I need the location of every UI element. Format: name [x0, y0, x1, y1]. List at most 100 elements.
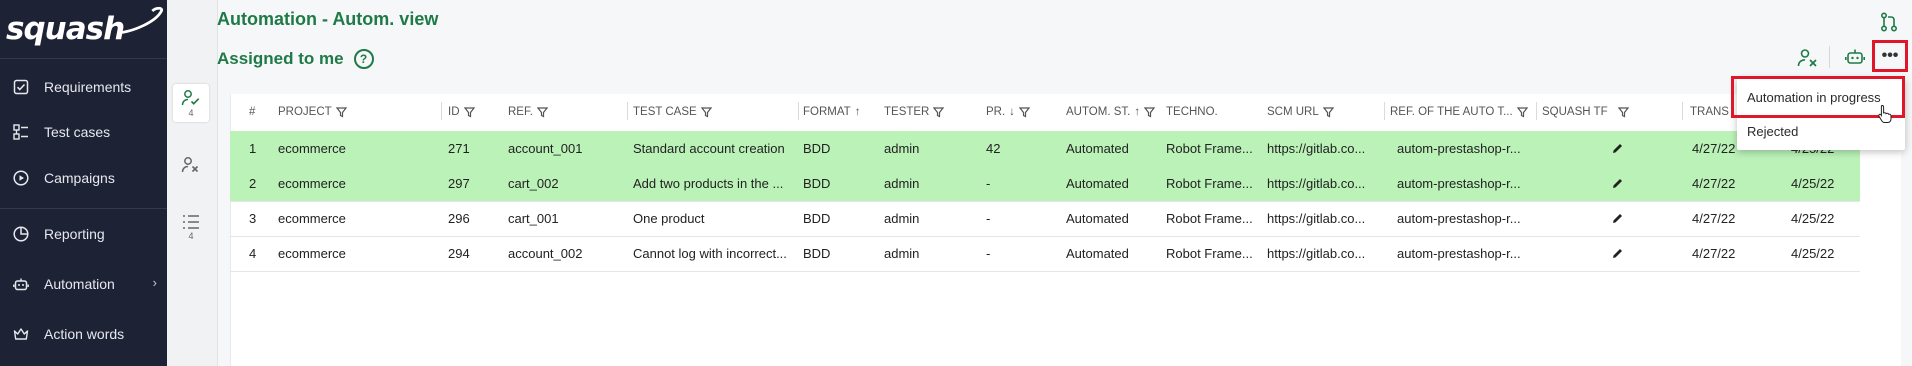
- sidebar-item-test-cases[interactable]: Test cases: [0, 114, 167, 150]
- assigned-to-me-view-button[interactable]: 4: [173, 84, 209, 122]
- cell-test-case: Standard account creation: [633, 141, 785, 156]
- filter-icon[interactable]: [463, 106, 475, 118]
- cell-project: ecommerce: [278, 176, 346, 191]
- cell-ref: cart_001: [508, 211, 559, 226]
- column-header-format[interactable]: FORMAT ↑: [803, 94, 860, 130]
- filter-icon[interactable]: [1018, 106, 1030, 118]
- cell-priority: -: [986, 176, 991, 191]
- cell-autom-status: Automated: [1066, 176, 1129, 191]
- cell-date: 4/25/22: [1791, 246, 1835, 261]
- cell-test-case: Add two products in the ...: [633, 176, 784, 191]
- column-header-project[interactable]: PROJECT: [278, 94, 347, 130]
- cell-id: 271: [448, 141, 470, 156]
- page-title: Automation - Autom. view: [217, 9, 439, 29]
- cell-tester: admin: [884, 141, 920, 156]
- pencil-icon[interactable]: [1611, 142, 1624, 155]
- help-icon[interactable]: ?: [353, 49, 374, 69]
- all-items-view-button[interactable]: 4: [173, 208, 209, 246]
- column-header-techno[interactable]: TECHNO.: [1166, 94, 1218, 130]
- cell-techno: Robot Frame...: [1166, 246, 1253, 261]
- pencil-icon[interactable]: [1611, 177, 1624, 190]
- cell-id: 297: [448, 176, 470, 191]
- column-separator[interactable]: [627, 102, 628, 120]
- column-header-id[interactable]: ID: [448, 94, 475, 130]
- filter-icon[interactable]: [933, 106, 945, 118]
- workflow-icon[interactable]: [1880, 12, 1898, 32]
- cell-tester: admin: [884, 176, 920, 191]
- cell-auto-ref: autom-prestashop-r...: [1397, 141, 1521, 156]
- cell-scm-url: https://gitlab.co...: [1267, 246, 1366, 261]
- filter-icon[interactable]: [1322, 106, 1334, 118]
- sidebar-item-requirements[interactable]: Requirements: [0, 69, 167, 105]
- chevron-right-icon: ›: [152, 275, 157, 290]
- filter-icon[interactable]: [1617, 106, 1629, 118]
- column-header-tester[interactable]: TESTER: [884, 94, 945, 130]
- sidebar-item-label: Automation: [44, 276, 115, 292]
- sort-descending-icon: ↓: [1009, 106, 1015, 118]
- cell-format: BDD: [803, 141, 831, 156]
- list-icon: [183, 214, 199, 229]
- cell-techno: Robot Frame...: [1166, 141, 1253, 156]
- more-options-highlight: [1872, 40, 1908, 72]
- filter-icon[interactable]: [335, 106, 347, 118]
- cell-auto-ref: autom-prestashop-r...: [1397, 176, 1521, 191]
- cell-format: BDD: [803, 176, 831, 191]
- assigned-count: 4: [188, 107, 194, 118]
- checkbox-icon: [12, 78, 30, 96]
- cell-test-case: One product: [633, 211, 705, 226]
- page-subtitle: Assigned to me ?: [217, 49, 374, 69]
- logo[interactable]: squash: [0, 0, 167, 59]
- column-separator[interactable]: [441, 102, 442, 120]
- menu-item-rejected[interactable]: Rejected: [1747, 124, 1798, 139]
- column-separator[interactable]: [1682, 102, 1683, 120]
- column-separator[interactable]: [1536, 102, 1537, 120]
- logo-text: squash: [6, 11, 125, 47]
- cell-priority: -: [986, 246, 991, 261]
- test-cases-icon: [12, 123, 30, 141]
- unassigned-view-button[interactable]: [173, 146, 209, 184]
- filter-icon[interactable]: [536, 106, 548, 118]
- filter-icon[interactable]: [1144, 106, 1156, 118]
- toolbar-divider: [1829, 46, 1830, 68]
- table-row[interactable]: 3 ecommerce 296 cart_001 One product BDD admin…: [230, 201, 1860, 237]
- unassign-user-icon[interactable]: [1797, 48, 1819, 68]
- table-row[interactable]: 2 ecommerce 297 cart_002 Add two products in…: [230, 166, 1860, 202]
- filter-icon[interactable]: [700, 106, 712, 118]
- table-row[interactable]: 4 ecommerce 294 account_002 Cannot log with …: [230, 236, 1860, 272]
- column-header-scm-url[interactable]: SCM URL: [1267, 94, 1334, 130]
- cell-transmission: 4/27/22: [1692, 141, 1736, 156]
- cell-id: 296: [448, 211, 470, 226]
- cell-id: 294: [448, 246, 470, 261]
- table-row[interactable]: 1 ecommerce 271 account_001 Standard account…: [230, 131, 1860, 167]
- user-check-icon: [181, 89, 200, 105]
- sidebar-item-reporting[interactable]: Reporting: [0, 216, 167, 252]
- cell-scm-url: https://gitlab.co...: [1267, 176, 1366, 191]
- column-separator[interactable]: [1384, 102, 1385, 120]
- sidebar-item-automation[interactable]: Automation ›: [0, 266, 167, 302]
- pencil-icon[interactable]: [1611, 212, 1624, 225]
- pointer-cursor-icon: [1878, 104, 1892, 123]
- column-header-number: #: [249, 106, 256, 118]
- cell-number: 3: [249, 211, 257, 226]
- column-header-auto-ref[interactable]: REF. OF THE AUTO T...: [1390, 94, 1528, 130]
- column-header-autom-status[interactable]: AUTOM. ST. ↑: [1066, 94, 1156, 130]
- column-header-test-case[interactable]: TEST CASE: [633, 94, 712, 130]
- cell-priority: -: [986, 211, 991, 226]
- column-header-priority[interactable]: PR. ↓: [986, 94, 1030, 130]
- column-header-squash-tf[interactable]: SQUASH TF: [1542, 94, 1629, 130]
- pencil-icon[interactable]: [1611, 247, 1624, 260]
- cell-tester: admin: [884, 211, 920, 226]
- sidebar-item-campaigns[interactable]: Campaigns: [0, 160, 167, 196]
- cell-format: BDD: [803, 211, 831, 226]
- sidebar-item-action-words[interactable]: Action words: [0, 316, 167, 352]
- sidebar-item-label: Action words: [44, 326, 125, 342]
- column-header-ref[interactable]: REF.: [508, 94, 548, 130]
- column-separator[interactable]: [798, 102, 799, 120]
- cell-number: 4: [249, 246, 257, 261]
- cell-format: BDD: [803, 246, 831, 261]
- pie-chart-icon: [12, 225, 30, 243]
- filter-icon[interactable]: [1516, 106, 1528, 118]
- sort-ascending-icon: ↑: [1134, 106, 1141, 118]
- robot-action-icon[interactable]: [1845, 47, 1865, 67]
- column-header-transmission[interactable]: TRANS: [1690, 94, 1729, 130]
